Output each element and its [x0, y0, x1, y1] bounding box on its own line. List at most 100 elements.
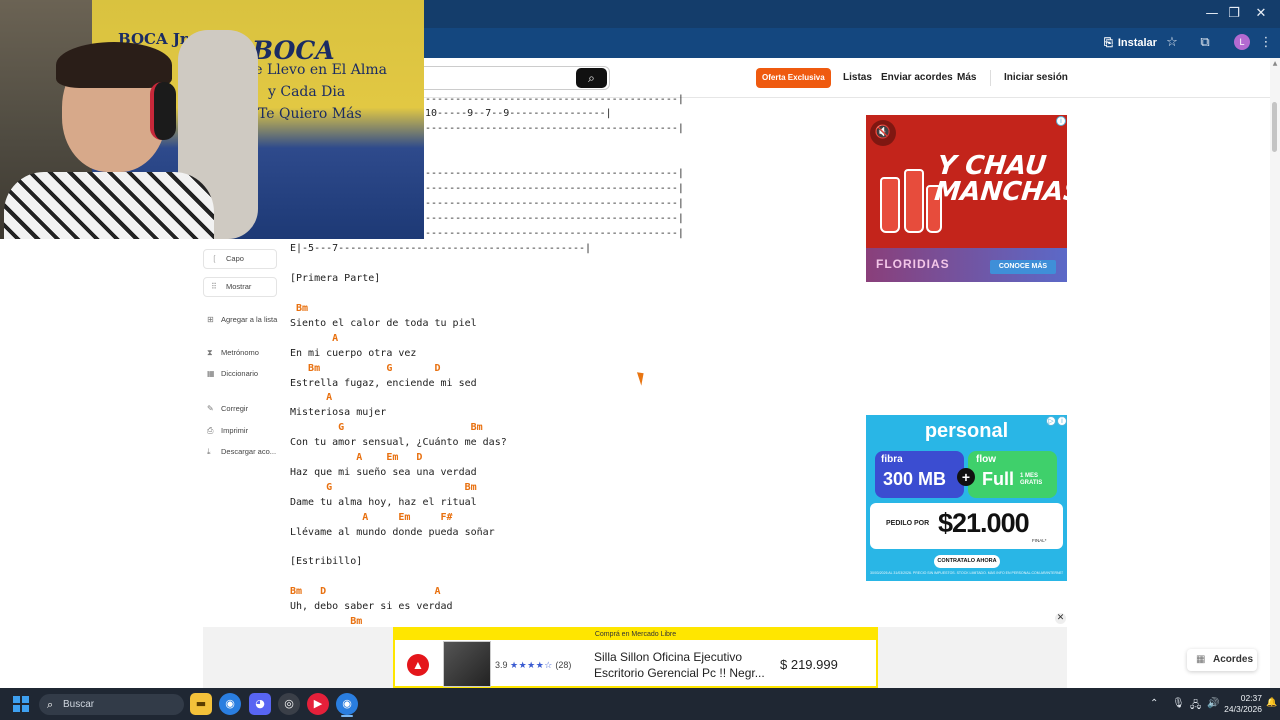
discord-icon[interactable]: ◕ [249, 693, 271, 715]
lyric-line: En mi cuerpo otra vez [290, 348, 417, 359]
lyric-line: Uh, debo saber si es verdad [290, 601, 453, 612]
descargar-link[interactable]: ⤓ Descargar aco... [207, 446, 276, 458]
install-button[interactable]: ⎘ Instalar [1104, 34, 1157, 52]
ad-banner-personal[interactable]: personal fibra 300 MB flow Full 1 MES GR… [866, 415, 1067, 581]
scrollbar-thumb[interactable] [1272, 102, 1277, 152]
tab-line: 10-----9--7--9----------------| [425, 108, 612, 119]
search-button[interactable]: ⌕ [576, 68, 607, 88]
screen: — ❐ ✕ ⎘ Instalar ☆ ⧉ L ⋮ ⌕ Oferta Exclus… [0, 0, 1280, 720]
agregar-lista-link[interactable]: ⊞ Agregar a la lista [207, 314, 277, 326]
mute-icon[interactable]: 🔇 [870, 120, 896, 146]
lyric-line: Dame tu alma hoy, haz el ritual [290, 497, 477, 508]
ml-logo-icon: ▲ [407, 654, 429, 676]
print-icon: ⎙ [207, 426, 214, 435]
minimize-icon[interactable]: — [1201, 4, 1223, 24]
tray-chevron-icon[interactable]: ⌃ [1150, 698, 1158, 709]
flag-text: Te Llevo en El Alma [246, 62, 387, 78]
flag-text: y Cada Dia [268, 84, 346, 100]
nav-listas[interactable]: Listas [843, 72, 872, 83]
capo-button[interactable]: ❲ Capo [203, 249, 277, 269]
nav-divider [990, 70, 991, 86]
lyric-line: Haz que mi sueño sea una verdad [290, 467, 477, 478]
obs-icon[interactable]: ◎ [278, 693, 300, 715]
taskbar-search-placeholder: Buscar [63, 699, 95, 710]
browser-menu-icon[interactable]: ⋮ [1257, 34, 1275, 52]
product-image [443, 641, 491, 687]
chrome-active-icon[interactable]: ◉ [336, 693, 358, 715]
download-icon: ⤓ [207, 447, 211, 456]
ad2-price-box: PEDILO POR $21.000 FINAL* [870, 503, 1063, 549]
network-icon[interactable]: 🖧 [1190, 698, 1201, 715]
lyric-line: Misteriosa mujer [290, 407, 387, 418]
ml-product-title: Silla Sillon Oficina Ejecutivo Escritori… [594, 650, 765, 680]
diccionario-label: Diccionario [221, 369, 259, 378]
flag-text: BOCA [252, 36, 335, 65]
notifications-icon[interactable]: 🔔 [1266, 698, 1277, 708]
mercadolibre-ad[interactable]: Comprá en Mercado Libre ▲ 3.9 ★★★★☆ (28)… [393, 627, 878, 688]
gratis-label: 1 MES GRATIS [1020, 473, 1043, 486]
windows-start-icon[interactable] [13, 696, 29, 712]
active-app-indicator [341, 715, 353, 717]
scroll-up-icon[interactable]: ▲ [1270, 60, 1280, 70]
ad-choices-icon[interactable]: ▷ [1046, 416, 1056, 426]
ad1-cta-button[interactable]: CONOCE MÁS [990, 260, 1056, 274]
volume-icon[interactable]: 🔊 [1207, 698, 1219, 709]
nav-enviar-acordes[interactable]: Enviar acordes [881, 72, 953, 83]
clock-time: 02:37 [1240, 693, 1262, 703]
ad1-brand: FLORIDIAS [876, 257, 950, 271]
fibra-label: fibra [881, 454, 903, 465]
mostrar-button[interactable]: ⠿ Mostrar [203, 277, 277, 297]
shirt [4, 172, 214, 239]
close-ad-icon[interactable]: ✕ [1055, 613, 1066, 624]
ml-ad-header: Comprá en Mercado Libre [395, 629, 876, 640]
flag-text: Te Quiero Más [258, 106, 362, 122]
ad-info-icon[interactable]: i [1056, 116, 1066, 126]
section-heading: [Estribillo] [290, 556, 363, 567]
corregir-link[interactable]: ✎ Corregir [207, 403, 248, 415]
imprimir-link[interactable]: ⎙ Imprimir [207, 425, 248, 437]
nav-mas[interactable]: Más [957, 72, 976, 83]
plus-icon: + [957, 468, 975, 486]
clock-date: 24/3/2026 [1224, 704, 1262, 714]
taskbar-search[interactable]: ⌕ Buscar [39, 694, 184, 715]
ad-banner-manchas[interactable]: Y CHAU MANCHAS FLORIDIAS [866, 115, 1067, 282]
file-explorer-icon[interactable]: ▬ [190, 693, 212, 715]
chrome-icon[interactable]: ◉ [219, 693, 241, 715]
page-scrollbar[interactable] [1270, 58, 1280, 688]
mostrar-label: Mostrar [226, 282, 252, 291]
close-window-icon[interactable]: ✕ [1250, 4, 1272, 24]
webcam-overlay: BOCA Jrs. BOCA Te Llevo en El Alma y Cad… [0, 0, 424, 239]
oferta-exclusiva-button[interactable]: Oferta Exclusiva [756, 68, 831, 88]
restore-icon[interactable]: ❐ [1223, 4, 1245, 24]
bookmark-star-icon[interactable]: ☆ [1163, 34, 1181, 52]
install-icon: ⎘ [1104, 36, 1113, 49]
chord-line: Bm [290, 303, 309, 314]
nav-iniciar-sesion[interactable]: Iniciar sesión [1004, 72, 1068, 83]
diccionario-link[interactable]: ▦ Diccionario [207, 368, 258, 380]
mouse-cursor [636, 370, 648, 386]
ad2-cta-button[interactable]: CONTRATALO AHORA [934, 555, 1000, 568]
rating-stars-icon: ★★★★☆ [510, 661, 553, 671]
capo-icon: ❲ [211, 254, 218, 263]
acordes-label: Acordes [1213, 654, 1254, 665]
microphone-icon[interactable]: 🎙 [1172, 698, 1185, 709]
full-label: Full [982, 469, 1014, 489]
taskbar-clock[interactable]: 02:37 24/3/2026 [1224, 693, 1262, 715]
section-heading: [Primera Parte] [290, 273, 381, 284]
profile-avatar[interactable]: L [1234, 34, 1250, 50]
ad2-legal-text: 30/03/2026 AL 31/03/2026. PRECIO SIN IMP… [870, 571, 1063, 575]
tab-line: ----------------------------------------… [425, 183, 684, 194]
descargar-label: Descargar aco... [221, 447, 277, 456]
metronomo-link[interactable]: ⧗ Metrónomo [207, 347, 259, 359]
tab-line: ----------------------------------------… [425, 198, 684, 209]
acordes-button[interactable]: ▦ Acordes [1187, 649, 1257, 671]
add-list-icon: ⊞ [207, 315, 214, 324]
extensions-icon[interactable]: ⧉ [1196, 34, 1214, 52]
ad-info-icon[interactable]: i [1057, 416, 1067, 426]
media-player-icon[interactable]: ▶ [307, 693, 329, 715]
tab-line: ----------------------------------------… [425, 168, 684, 179]
agregar-label: Agregar a la lista [221, 315, 278, 324]
corregir-label: Corregir [221, 404, 249, 413]
search-icon: ⌕ [47, 698, 54, 711]
lyric-line: Siento el calor de toda tu piel [290, 318, 477, 329]
